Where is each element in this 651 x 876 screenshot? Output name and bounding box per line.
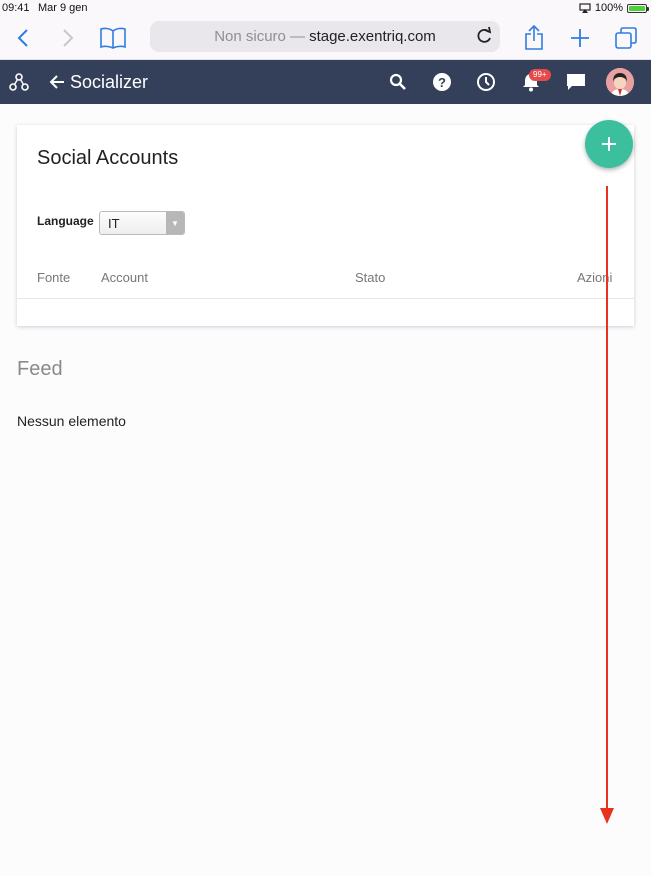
add-account-button[interactable]: [585, 120, 633, 168]
page-title: Socializer: [70, 72, 149, 92]
history-icon[interactable]: [474, 60, 498, 104]
status-time: 09:41: [2, 2, 30, 14]
status-date: Mar 9 gen: [38, 2, 88, 14]
app-header: Socializer ? 99+: [0, 60, 651, 104]
tabs-icon[interactable]: [612, 16, 640, 60]
airplay-icon: [579, 3, 591, 13]
table-divider: [17, 298, 634, 299]
social-accounts-title: Social Accounts: [37, 147, 179, 169]
scroll-down-arrow-icon: [600, 186, 614, 824]
avatar[interactable]: [606, 68, 634, 96]
address-bar[interactable]: Non sicuro — stage.exentriq.com: [150, 21, 500, 52]
browser-toolbar: Non sicuro — stage.exentriq.com: [0, 16, 651, 60]
column-header-stato: Stato: [355, 270, 386, 285]
status-bar: 09:41 Mar 9 gen 100%: [0, 0, 651, 16]
social-accounts-card: Social Accounts Language IT ▼ Fonte Acco…: [17, 125, 634, 326]
feed-empty-message: Nessun elemento: [17, 413, 126, 429]
chat-icon[interactable]: [564, 60, 588, 104]
bookmarks-icon[interactable]: [97, 16, 129, 60]
column-header-account: Account: [101, 270, 148, 285]
back-arrow-icon[interactable]: [46, 60, 68, 104]
network-icon[interactable]: [6, 60, 32, 104]
battery-percent: 100%: [594, 2, 623, 14]
search-icon[interactable]: [386, 60, 410, 104]
share-icon[interactable]: [520, 16, 548, 60]
new-tab-icon[interactable]: [566, 16, 594, 60]
language-value: IT: [108, 216, 120, 231]
column-header-fonte: Fonte: [37, 270, 71, 285]
status-right: 100%: [579, 2, 649, 14]
feed-title: Feed: [17, 358, 63, 380]
bell-icon[interactable]: [519, 60, 543, 104]
plus-icon: [602, 137, 616, 151]
url-host: stage.exentriq.com: [309, 28, 436, 45]
notification-badge: 99+: [529, 69, 551, 81]
chevron-down-icon: ▼: [166, 212, 184, 234]
language-select[interactable]: IT ▼: [99, 211, 185, 235]
svg-text:?: ?: [438, 75, 446, 90]
chevron-left-icon[interactable]: [8, 16, 38, 60]
url-security-label: Non sicuro —: [214, 28, 306, 45]
help-icon[interactable]: ?: [430, 60, 454, 104]
language-label: Language: [37, 214, 94, 228]
reload-icon[interactable]: [474, 26, 494, 46]
chevron-right-icon[interactable]: [53, 16, 83, 60]
battery-icon: [627, 3, 649, 13]
